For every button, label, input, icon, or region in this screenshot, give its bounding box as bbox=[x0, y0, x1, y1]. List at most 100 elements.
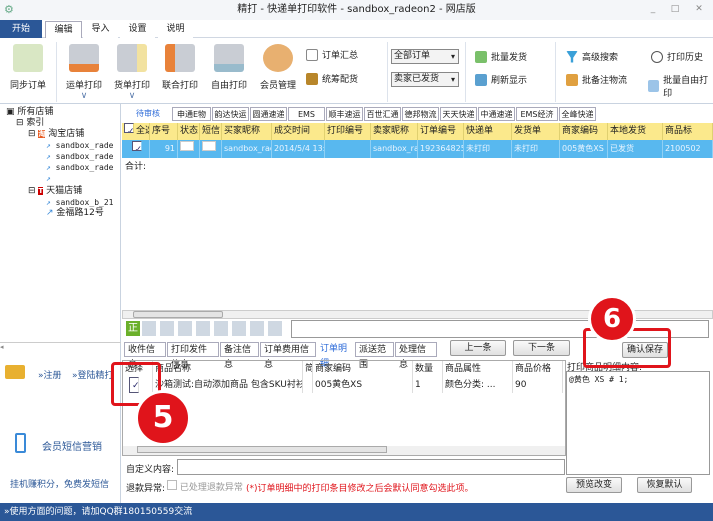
order-summary-button[interactable]: 订单汇总 bbox=[306, 48, 358, 61]
col-sms[interactable]: 短信 bbox=[200, 123, 222, 140]
courier-tab[interactable]: 韵达快运 bbox=[212, 107, 249, 121]
start-menu-button[interactable]: 开始 bbox=[0, 20, 42, 38]
refund-handled-checkbox[interactable]: 已处理退款异常 bbox=[167, 480, 243, 493]
col-status[interactable]: 状态 bbox=[178, 123, 200, 140]
panel-splitter[interactable]: ◂ bbox=[0, 342, 121, 351]
refresh-button[interactable]: 刷新显示 bbox=[475, 73, 527, 86]
custom-content-input[interactable] bbox=[177, 459, 565, 475]
cell-express: 未打印 bbox=[464, 140, 512, 158]
clipboard-icon bbox=[306, 48, 318, 61]
card-icon bbox=[5, 365, 25, 379]
print-history-button[interactable]: 打印历史 bbox=[651, 50, 703, 63]
tool-icon bbox=[306, 72, 318, 85]
status-filter-select[interactable]: 卖家已发货 bbox=[391, 72, 459, 87]
detail-tab[interactable]: 收件信息 bbox=[124, 342, 166, 370]
detail-tab[interactable]: 订单费用信息 bbox=[260, 342, 316, 370]
courier-tab[interactable]: 天天快递 bbox=[440, 107, 477, 121]
sms-marketing-link[interactable]: 会员短信营销 bbox=[42, 438, 102, 453]
tree-store-item[interactable]: ↗ bbox=[6, 173, 113, 184]
restore-default-button[interactable]: 恢复默认 bbox=[637, 477, 692, 493]
tree-store-item[interactable]: ↗ sandbox_rade bbox=[6, 162, 113, 173]
col-local[interactable]: 本地发货 bbox=[608, 123, 663, 140]
phone-icon bbox=[15, 433, 26, 453]
col-goods[interactable]: 商品标 bbox=[663, 123, 713, 140]
batch-free-print-button[interactable]: 批量自由打印 bbox=[648, 73, 713, 99]
tab-settings[interactable]: 设置 bbox=[120, 21, 155, 38]
courier-tab[interactable]: 德邦物流 bbox=[402, 107, 439, 121]
detail-scrollbar[interactable] bbox=[123, 446, 565, 455]
cell-ship: 未打印 bbox=[512, 140, 560, 158]
refresh-icon bbox=[475, 73, 487, 86]
invoice-print-button[interactable]: 货单打印 ∨ bbox=[110, 44, 154, 101]
tree-store-item[interactable]: ↗ sandbox_b_21 bbox=[6, 197, 113, 208]
courier-tab[interactable]: EMS经济快递 bbox=[516, 107, 558, 133]
prev-button[interactable]: 上一条 bbox=[450, 340, 506, 356]
tree-index[interactable]: ⊟ 索引 bbox=[6, 118, 113, 129]
table-row[interactable]: ✓ 91 sandbox_rad 2014/5/4 13: sandbox_ra… bbox=[122, 140, 713, 158]
col-express[interactable]: 快递单 bbox=[464, 123, 512, 140]
row-checkbox[interactable]: ✓ bbox=[131, 141, 142, 151]
order-filter-select[interactable]: 全部订单 bbox=[391, 49, 459, 64]
print-detail-textarea[interactable]: @黄色 XS # 1; bbox=[566, 371, 710, 475]
maximize-button[interactable]: □ bbox=[668, 3, 682, 15]
col-order-no[interactable]: 订单编号 bbox=[418, 123, 464, 140]
cell-code: 005黄色XS bbox=[560, 140, 608, 158]
tree-store-item[interactable]: ↗ 金福路12号 bbox=[6, 208, 113, 219]
advanced-search-button[interactable]: 高级搜索 bbox=[566, 50, 618, 63]
courier-tab[interactable]: 百世汇通 bbox=[364, 107, 401, 121]
next-button[interactable]: 下一条 bbox=[513, 340, 570, 356]
sync-icon bbox=[13, 44, 43, 72]
courier-tab[interactable]: 全峰快递 bbox=[559, 107, 596, 121]
col-seller[interactable]: 卖家昵称 bbox=[371, 123, 418, 140]
divider bbox=[56, 42, 57, 102]
mark-normal-button[interactable]: 正 bbox=[126, 321, 140, 336]
store-tree: ▣ 所有店铺 ⊟ 索引 ⊟ 淘 淘宝店铺 ↗ sandbox_rade ↗ sa… bbox=[6, 107, 113, 219]
register-link[interactable]: »注册 bbox=[38, 368, 62, 381]
courier-tab[interactable]: EMS bbox=[288, 107, 325, 121]
col-print-no[interactable]: 打印编号 bbox=[325, 123, 371, 140]
free-print-button[interactable]: 自由打印 bbox=[207, 44, 251, 91]
allocate-button[interactable]: 统筹配货 bbox=[306, 72, 358, 85]
col-time[interactable]: 成交时间 bbox=[272, 123, 325, 140]
close-button[interactable]: ✕ bbox=[692, 3, 706, 15]
tree-root[interactable]: ▣ 所有店铺 bbox=[6, 107, 113, 118]
tree-tmall[interactable]: ⊟ T 天猫店铺 bbox=[6, 186, 113, 197]
tab-edit[interactable]: 编辑 bbox=[45, 21, 82, 38]
tree-store-item[interactable]: ↗ sandbox_rade bbox=[6, 151, 113, 162]
detail-tab[interactable]: 备注信息 bbox=[220, 342, 259, 370]
courier-tab[interactable]: 圆通速递 bbox=[250, 107, 287, 121]
cell-status bbox=[178, 140, 200, 158]
mark-buttons-toolbar[interactable] bbox=[142, 321, 282, 336]
col-ship[interactable]: 发货单 bbox=[512, 123, 560, 140]
combined-print-button[interactable]: 联合打印 bbox=[158, 44, 202, 91]
tree-store-item[interactable]: ↗ sandbox_rade bbox=[6, 140, 113, 151]
tab-help[interactable]: 说明 bbox=[158, 21, 193, 38]
tab-import[interactable]: 导入 bbox=[83, 21, 118, 38]
detail-tab[interactable]: 订单明细 bbox=[317, 342, 354, 369]
col-seq[interactable]: 序号 bbox=[150, 123, 178, 140]
courier-tab[interactable]: 申通E物流 bbox=[172, 107, 211, 133]
cell-order-no: 192364825 bbox=[418, 140, 464, 158]
clock-icon bbox=[651, 50, 663, 63]
minimize-button[interactable]: _ bbox=[646, 3, 660, 15]
detail-tab[interactable]: 派送范围 bbox=[355, 342, 394, 370]
col-buyer[interactable]: 买家昵称 bbox=[222, 123, 272, 140]
batch-ship-button[interactable]: 批量发货 bbox=[475, 50, 527, 63]
courier-tab[interactable]: 顺丰速运 bbox=[326, 107, 363, 121]
detail-tab[interactable]: 处理信息 bbox=[395, 342, 437, 370]
preview-change-button[interactable]: 预览改变 bbox=[566, 477, 622, 493]
courier-tab[interactable]: 待审核 bbox=[125, 107, 171, 121]
waybill-print-button[interactable]: 运单打印 ∨ bbox=[62, 44, 106, 101]
tree-taobao[interactable]: ⊟ 淘 淘宝店铺 bbox=[6, 129, 113, 140]
table-row[interactable]: ✓ 沙箱测试:自动添加商品 包含SKU衬衫22 005黄色XS 1 颜色分类: ... 9… bbox=[123, 377, 565, 393]
sync-orders-button[interactable]: 同步订单 bbox=[6, 44, 50, 91]
earn-points-link[interactable]: 挂机赚积分，免费发短信 bbox=[10, 477, 109, 490]
member-manage-button[interactable]: 会员管理 bbox=[256, 44, 300, 91]
courier-tab[interactable]: 中通速递 bbox=[478, 107, 515, 121]
col-code[interactable]: 商家编码 bbox=[560, 123, 608, 140]
detail-tab[interactable]: 打印发件信息 bbox=[167, 342, 219, 370]
select-all-checkbox[interactable]: ✓全选 bbox=[122, 123, 150, 140]
batch-note-button[interactable]: 批备注物流 bbox=[566, 73, 627, 86]
divider bbox=[465, 42, 466, 102]
printer-mail-icon bbox=[214, 44, 244, 72]
